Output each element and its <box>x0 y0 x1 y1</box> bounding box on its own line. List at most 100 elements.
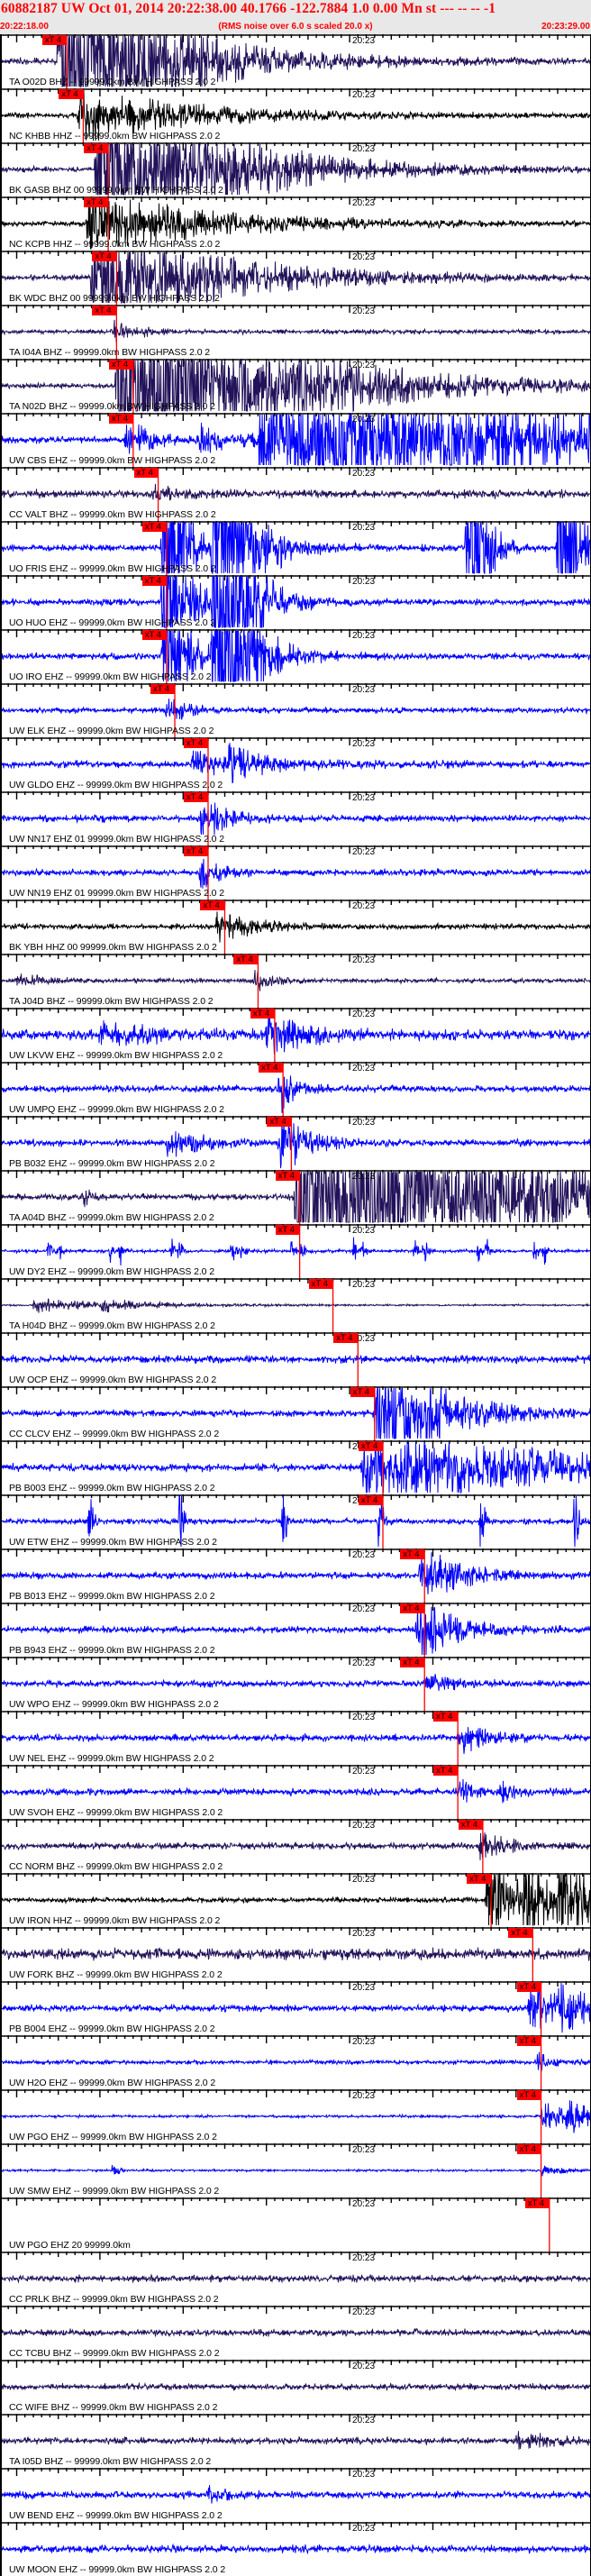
pick-marker[interactable]: xT 4 <box>250 1009 275 1019</box>
time-axis <box>0 791 591 799</box>
minute-mark-label: 20:23 <box>352 469 376 479</box>
pick-marker[interactable]: xT 4 <box>200 900 225 910</box>
pick-marker[interactable]: xT 4 <box>275 1171 300 1181</box>
station-label: PB B032 EHZ -- 99999.0km BW HIGHPASS 2.0… <box>9 1158 215 1169</box>
time-axis <box>0 1386 591 1394</box>
time-axis <box>0 629 591 637</box>
trace-panel: 20:23 xT 4 NC KCPB HHZ -- 99999.0km BW HIG… <box>0 196 591 251</box>
pick-marker[interactable]: xT 4 <box>84 197 109 207</box>
pick-marker[interactable]: xT 4 <box>183 738 208 748</box>
pick-marker[interactable]: xT 4 <box>233 955 259 964</box>
pick-marker[interactable]: xT 4 <box>433 1766 459 1776</box>
pick-marker[interactable]: xT 4 <box>508 1928 533 1938</box>
pick-marker[interactable]: xT 4 <box>524 2198 550 2208</box>
waveform <box>0 1298 591 1313</box>
pick-marker[interactable]: xT 4 <box>359 1495 383 1505</box>
pick-marker[interactable]: xT 4 <box>259 1063 284 1073</box>
trace-panel: 20:23 xT 4 TA A04D BHZ -- 99999.0km BW HIG… <box>0 1170 591 1224</box>
pick-marker[interactable]: xT 4 <box>108 414 133 424</box>
minute-mark-label: 20:23 <box>352 306 376 316</box>
waveform <box>0 1947 591 1961</box>
minute-mark-label: 20:23 <box>352 90 376 100</box>
time-axis <box>0 845 591 854</box>
trace-panel: 20:23 xT 4 UW FORK BHZ -- 99999.0km BW HIG… <box>0 1927 591 1981</box>
station-label: UW ETW EHZ -- 99999.0km BW HIGHPASS 2.0 … <box>9 1537 217 1548</box>
pick-marker[interactable]: xT 4 <box>400 1549 425 1559</box>
pick-marker[interactable]: xT 4 <box>400 1658 425 1667</box>
pick-marker[interactable]: xT 4 <box>141 630 167 640</box>
pick-marker[interactable]: xT 4 <box>92 251 117 261</box>
pick-marker[interactable]: xT 4 <box>516 2036 541 2046</box>
station-label: UW PGO EHZ -- 99999.0km BW HIGHPASS 2.0 … <box>9 2132 217 2142</box>
pick-marker[interactable]: xT 4 <box>350 1387 375 1397</box>
minute-mark-label: 20:23 <box>352 1226 376 1236</box>
waveform <box>0 970 591 991</box>
pick-marker[interactable]: xT 4 <box>150 684 176 694</box>
pick-marker[interactable]: xT 4 <box>141 522 167 532</box>
pick-marker[interactable]: xT 4 <box>275 1225 300 1235</box>
minute-mark-label: 20:23 <box>352 577 376 587</box>
pick-marker[interactable]: xT 4 <box>308 1279 333 1289</box>
trace-panel: 20:23 xT 4 TA I04A BHZ -- 99999.0km BW HIG… <box>0 305 591 359</box>
waveform <box>0 2485 591 2504</box>
time-axis <box>0 1494 591 1503</box>
minute-mark-label: 20:23 <box>352 361 376 370</box>
scaling-note: (RMS noise over 6.0 s scaled 20.0 x) <box>218 22 373 32</box>
waveform <box>0 2431 591 2450</box>
station-label: UW CBS EHZ -- 99999.0km BW HIGHPASS 2.0 … <box>9 455 216 466</box>
minute-mark-label: 20:23 <box>352 739 376 749</box>
pick-marker[interactable]: xT 4 <box>183 792 208 802</box>
pick-marker[interactable]: xT 4 <box>467 1874 492 1884</box>
trace-panel: 20:23 xT 4 UW PGO EHZ -- 99999.0km BW HIGH… <box>0 2089 591 2143</box>
pick-marker[interactable]: xT 4 <box>183 846 208 856</box>
station-label: UW SMW EHZ -- 99999.0km BW HIGHPASS 2.0 … <box>9 2186 220 2197</box>
pick-marker[interactable]: xT 4 <box>92 306 117 315</box>
pick-marker[interactable]: xT 4 <box>359 1441 383 1451</box>
trace-panel: 20:23 xT 4 UW DY2 EHZ -- 99999.0km BW HIGH… <box>0 1224 591 1278</box>
station-label: UW IRON HHZ -- 99999.0km BW HIGHPASS 2.0… <box>9 1915 221 1926</box>
time-axis <box>0 305 591 313</box>
trace-panel: 20:23 xT 4 UW ELK EHZ -- 99999.0km BW HIGH… <box>0 683 591 737</box>
minute-mark-label: 20:23 <box>352 144 376 154</box>
waveform <box>0 1832 591 1860</box>
pick-marker[interactable]: xT 4 <box>59 89 84 99</box>
pick-marker[interactable]: xT 4 <box>458 1820 483 1830</box>
time-axis <box>0 2089 591 2097</box>
pick-marker[interactable]: xT 4 <box>516 2144 541 2154</box>
pick-marker[interactable]: xT 4 <box>433 1712 459 1722</box>
minute-mark-label: 20:23 <box>352 523 376 533</box>
pick-marker[interactable]: xT 4 <box>108 360 133 370</box>
time-axis <box>0 1548 591 1557</box>
minute-mark-label: 20:23 <box>352 955 376 965</box>
time-axis <box>0 1116 591 1124</box>
pick-marker[interactable]: xT 4 <box>41 35 67 45</box>
pick-marker[interactable]: xT 4 <box>516 1982 541 1992</box>
trace-panel: 20:23 xT 4 UW PGO EHZ 20 99999.0km <box>0 2197 591 2252</box>
trace-panel: 20:23 xT 4 BK WDC BHZ 00 99999.0km BW HIGH… <box>0 251 591 305</box>
trace-panel: 20:23xT 4CC CLCV EHZ -- 99999.0km BW HIG… <box>0 1386 591 1440</box>
pick-marker[interactable]: xT 4 <box>516 2090 541 2100</box>
waveform <box>0 743 591 784</box>
pick-marker[interactable]: xT 4 <box>333 1333 359 1343</box>
trace-panel: 20:23 xT 4 UW SVOH EHZ -- 99999.0km BW HIG… <box>0 1765 591 1819</box>
time-axis <box>0 88 591 96</box>
station-label: UW MOON EHZ -- 99999.0km BW HIGHPASS 2.0… <box>9 2564 226 2575</box>
station-label: CC PRLK BHZ -- 99999.0km BW HIGHPASS 2.0… <box>9 2294 219 2305</box>
minute-mark-label: 20:23 <box>352 631 376 641</box>
minute-mark-label: 20:23 <box>352 1713 376 1722</box>
waveform <box>0 858 591 889</box>
time-axis <box>0 2306 591 2314</box>
trace-panel: 20:23 xT 4 TA J04D BHZ -- 99999.0km BW HIG… <box>0 954 591 1008</box>
station-label: UW LKVW EHZ -- 99999.0km BW HIGHPASS 2.0… <box>9 1050 223 1061</box>
pick-marker[interactable]: xT 4 <box>267 1117 292 1127</box>
pick-marker[interactable]: xT 4 <box>400 1603 425 1613</box>
pick-marker[interactable]: xT 4 <box>141 576 167 586</box>
trace-panel: 20:23 xT 4 UW NN19 EHZ 01 99999.0km BW HIG… <box>0 845 591 900</box>
time-axis <box>0 1278 591 1286</box>
trace-panel: 20:23 xT 4 PB B943 EHZ -- 99999.0km BW HIG… <box>0 1603 591 1657</box>
pick-marker[interactable]: xT 4 <box>84 143 109 153</box>
waveform <box>1 2100 591 2133</box>
minute-mark-label: 20:23 <box>352 1658 376 1668</box>
pick-marker[interactable]: xT 4 <box>133 468 159 478</box>
trace-panel: 20:23 xT 4 NC KHBB HHZ -- 99999.0km BW HIG… <box>0 88 591 142</box>
